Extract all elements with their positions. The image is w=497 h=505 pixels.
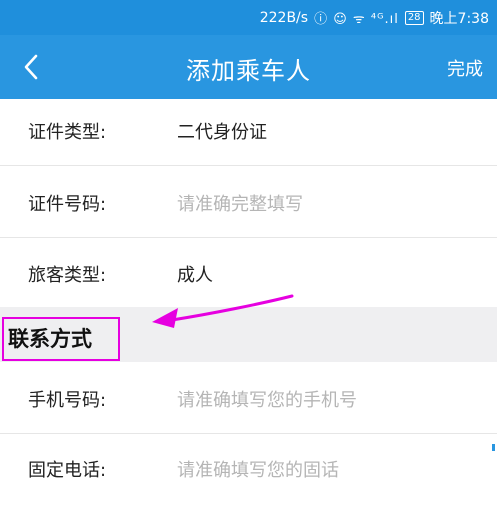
passenger-type-label: 旅客类型: bbox=[28, 265, 107, 286]
landline-row[interactable]: 固定电话: 请准确填写您的固话 bbox=[0, 434, 497, 505]
id-type-row[interactable]: 证件类型: 二代身份证 bbox=[0, 99, 497, 166]
network-speed: 222B/s bbox=[259, 9, 309, 26]
id-number-row[interactable]: 证件号码: 请准确完整填写 bbox=[0, 166, 497, 238]
id-number-input[interactable]: 请准确完整填写 bbox=[177, 190, 303, 216]
page-title: 添加乘车人 bbox=[186, 57, 311, 85]
contact-section-title: 联系方式 bbox=[2, 317, 120, 361]
nav-bar: 添加乘车人 完成 bbox=[0, 35, 497, 99]
mobile-label: 手机号码: bbox=[28, 390, 107, 411]
mobile-input[interactable]: 请准确填写您的手机号 bbox=[177, 386, 357, 412]
battery-icon: 28 bbox=[404, 10, 424, 25]
done-button[interactable]: 完成 bbox=[447, 55, 483, 81]
landline-label: 固定电话: bbox=[28, 460, 107, 481]
annotation-arrow-icon bbox=[152, 294, 294, 328]
id-type-label: 证件类型: bbox=[28, 122, 107, 143]
scroll-indicator bbox=[492, 444, 495, 451]
id-number-label: 证件号码: bbox=[28, 194, 107, 215]
status-icons: ⓘ ☺ ᯤ ⁴ᴳ.ıl bbox=[314, 12, 399, 27]
status-bar: 222B/s ⓘ ☺ ᯤ ⁴ᴳ.ıl 28 晚上7:38 bbox=[0, 0, 497, 35]
mobile-row[interactable]: 手机号码: 请准确填写您的手机号 bbox=[0, 362, 497, 434]
id-type-value[interactable]: 二代身份证 bbox=[177, 118, 267, 144]
clock: 晚上7:38 bbox=[429, 10, 489, 27]
passenger-type-value[interactable]: 成人 bbox=[177, 261, 213, 287]
landline-input[interactable]: 请准确填写您的固话 bbox=[177, 456, 339, 482]
